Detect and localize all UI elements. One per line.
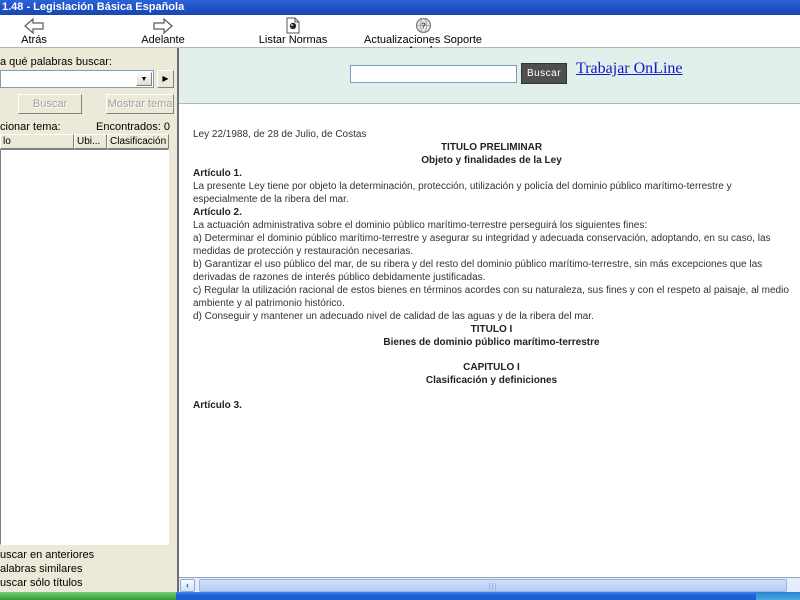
- scroll-left-arrow-icon[interactable]: ‹: [180, 579, 195, 592]
- toolbar-label: Atrás: [21, 34, 47, 46]
- search-words-label: a qué palabras buscar:: [0, 56, 112, 68]
- horizontal-scrollbar[interactable]: ‹: [179, 577, 800, 592]
- law-heading: Ley 22/1988, de 28 de Julio, de Costas: [193, 129, 367, 140]
- chevron-down-icon[interactable]: ▼: [136, 72, 152, 86]
- seleccionar-tema-label: cionar tema:: [0, 121, 61, 133]
- scrollbar-grip: [489, 583, 498, 590]
- articulo-2-heading: Artículo 2.: [193, 207, 242, 218]
- window-titlebar[interactable]: 1.48 - Legislación Básica Española: [0, 0, 800, 15]
- column-header-ubicacion[interactable]: Ubi...: [74, 134, 107, 149]
- articulo-1-text: La presente Ley tiene por objeto la dete…: [193, 181, 732, 205]
- bottom-strip-blue-segment: [176, 592, 756, 600]
- option-buscar-en-anteriores[interactable]: uscar en anteriores: [0, 549, 94, 561]
- results-table: lo Ubi... Clasificación: [0, 134, 169, 545]
- encontrados-count: Encontrados: 0: [96, 121, 170, 133]
- window-title: 1.48 - Legislación Básica Española: [2, 1, 185, 13]
- buscar-button[interactable]: Buscar: [18, 94, 82, 114]
- trabajar-online-link[interactable]: Trabajar OnLine: [576, 60, 683, 78]
- svg-text:?: ?: [421, 22, 426, 31]
- option-buscar-solo-titulos[interactable]: uscar sólo títulos: [0, 577, 83, 589]
- law-document: Ley 22/1988, de 28 de Julio, de Costas T…: [179, 104, 800, 577]
- capitulo-1-subtitle: Clasificación y definiciones: [425, 375, 558, 386]
- arrow-left-icon: [3, 16, 65, 35]
- titulo-1-subtitle: Bienes de dominio público marítimo-terre…: [383, 337, 600, 348]
- fin-a: a) Determinar el dominio público marítim…: [193, 233, 771, 257]
- toolbar-button-atras[interactable]: Atrás: [3, 16, 65, 46]
- column-header-titulo[interactable]: lo: [0, 134, 74, 149]
- option-palabras-similares[interactable]: alabras similares: [0, 563, 83, 575]
- capitulo-1: CAPITULO I: [463, 362, 520, 373]
- toolbar-button-listar-normas[interactable]: Listar Normas: [252, 16, 334, 46]
- fin-b: b) Garantizar el uso público del mar, de…: [193, 259, 763, 283]
- bottom-strip-green-segment: [0, 592, 176, 600]
- toolbar-button-adelante[interactable]: Listar Normas Adelante: [132, 16, 194, 46]
- titulo-1: TITULO I: [470, 324, 513, 335]
- main-toolbar: Atrás Listar Normas Adelante Listar Norm…: [0, 15, 800, 57]
- fin-d: d) Conseguir y mantener un adecuado nive…: [193, 311, 594, 322]
- fin-c: c) Regular la utilización racional de es…: [193, 285, 789, 309]
- search-words-combobox[interactable]: ▼: [0, 70, 154, 88]
- articulo-1-heading: Artículo 1.: [193, 168, 242, 179]
- mostrar-tema-button[interactable]: Mostrar tema: [106, 94, 174, 114]
- articulo-2-text: La actuación administrativa sobre el dom…: [193, 220, 648, 231]
- bottom-border-strip: [0, 592, 800, 600]
- results-list[interactable]: [0, 149, 169, 545]
- toolbar-label: Adelante: [141, 34, 185, 46]
- bottom-strip-cyan-segment: [756, 592, 800, 600]
- search-sidebar: a qué palabras buscar: ▼ ▶ Buscar Mostra…: [0, 48, 179, 592]
- titulo-preliminar-subtitle: Objeto y finalidades de la Ley: [421, 155, 562, 166]
- scrollbar-thumb[interactable]: [199, 579, 787, 592]
- document-icon: [252, 16, 334, 35]
- toolbar-label: Listar Normas: [258, 34, 328, 46]
- arrow-right-icon: [132, 16, 194, 35]
- globe-help-icon: ?: [352, 16, 494, 35]
- online-search-strip: Buscar Trabajar OnLine: [179, 48, 800, 104]
- search-input[interactable]: [350, 65, 517, 83]
- titulo-preliminar: TITULO PRELIMINAR: [440, 142, 543, 153]
- buscar-online-button[interactable]: Buscar: [521, 63, 567, 84]
- articulo-3-heading: Artículo 3.: [193, 400, 242, 411]
- expand-right-button[interactable]: ▶: [157, 70, 174, 88]
- toolbar-button-actualizaciones[interactable]: ? Actualizaciones Soporte Ayuda: [352, 16, 494, 57]
- column-header-clasificacion[interactable]: Clasificación: [107, 134, 169, 149]
